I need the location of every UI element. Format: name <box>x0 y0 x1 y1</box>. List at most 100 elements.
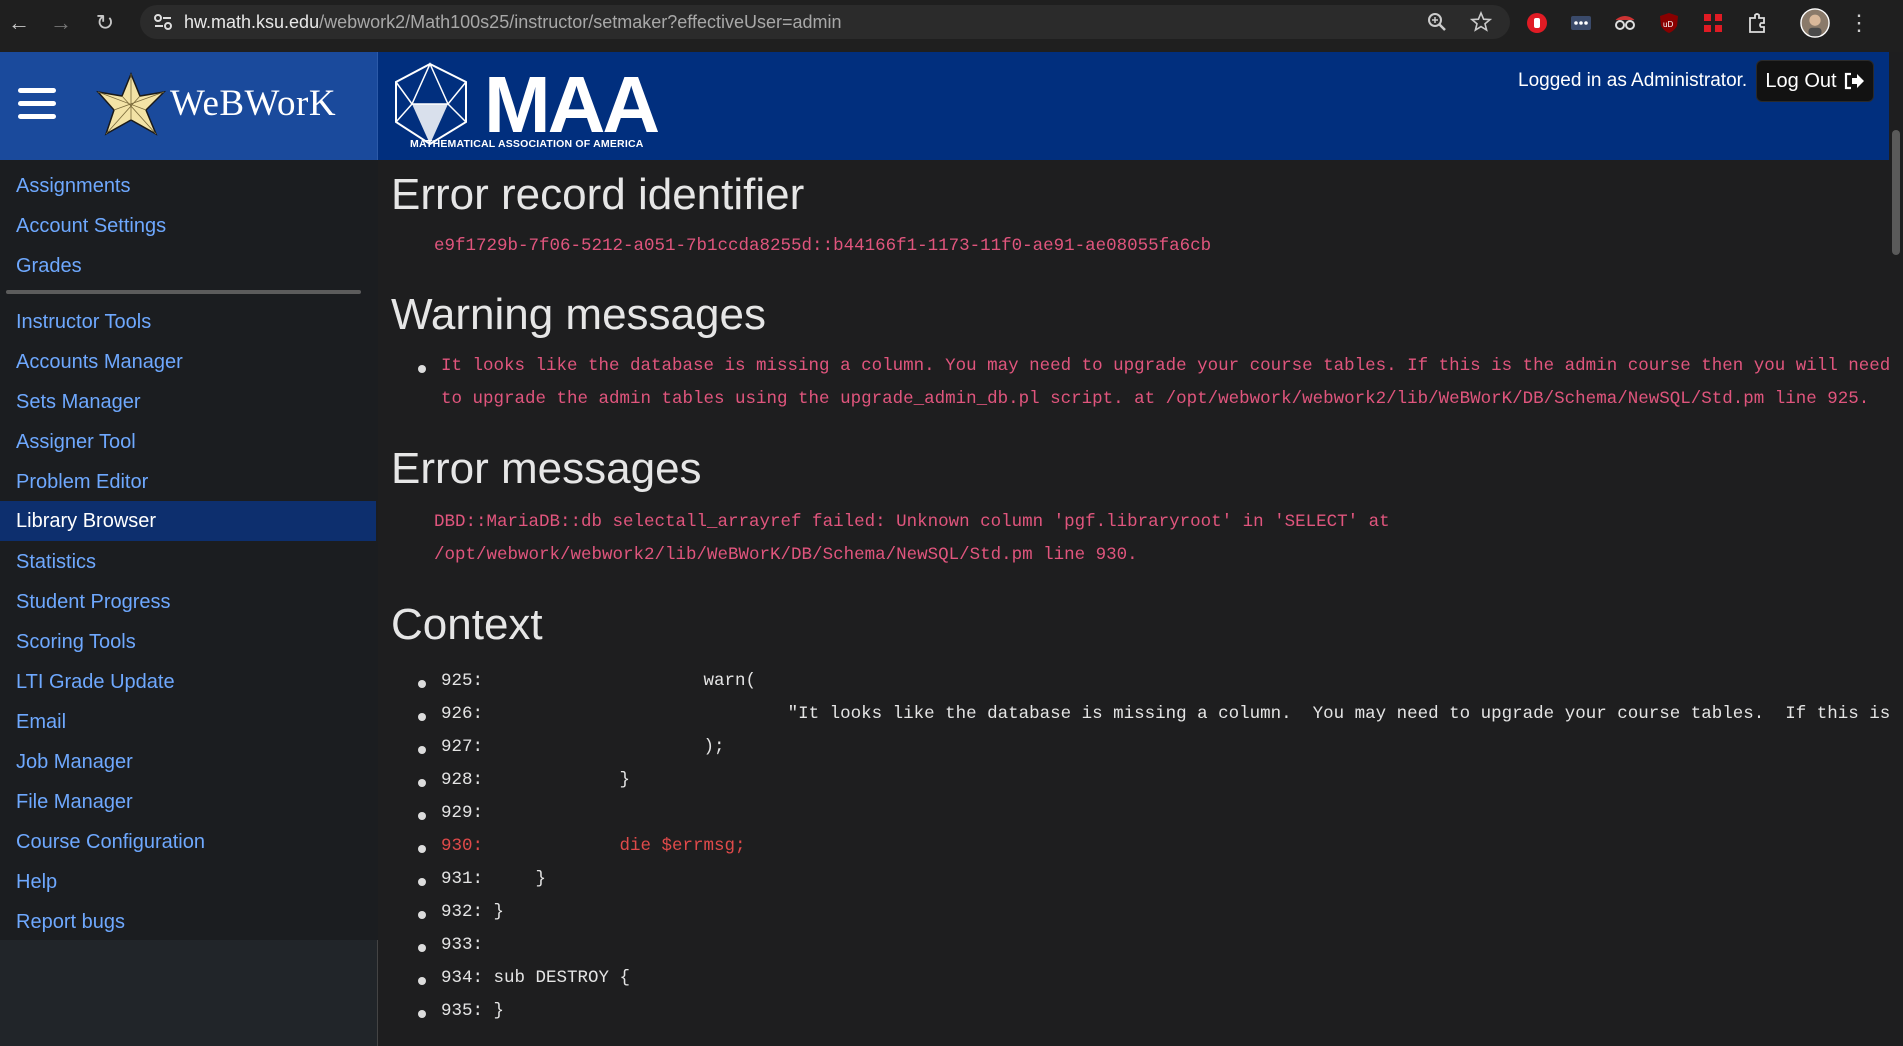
context-bullet <box>418 878 426 886</box>
forward-icon[interactable]: → <box>42 4 80 42</box>
sidebar-item-help[interactable]: Help <box>16 862 57 902</box>
sidebar-item-course-configuration[interactable]: Course Configuration <box>16 822 205 862</box>
context-bullet <box>418 713 426 721</box>
sidebar-item-library-browser[interactable]: Library Browser <box>0 501 376 541</box>
context-line-code: } <box>493 1001 505 1021</box>
address-bar[interactable]: hw.math.ksu.edu/webwork2/Math100s25/inst… <box>140 5 1510 39</box>
context-line-code: ); <box>493 737 725 757</box>
ublock-icon[interactable]: uD <box>1654 8 1684 38</box>
context-heading: Context <box>391 600 543 649</box>
sidebar-item-report-bugs[interactable]: Report bugs <box>16 902 125 942</box>
context-line: 931: } <box>441 869 546 889</box>
context-bullet <box>418 911 426 919</box>
sidebar: Assignments Account Settings Grades Inst… <box>0 160 378 1046</box>
context-line-number: 927: <box>441 737 494 757</box>
svg-text:uD: uD <box>1663 20 1673 29</box>
sidebar-item-account-settings[interactable]: Account Settings <box>16 206 166 246</box>
maa-logo-text[interactable]: MAA <box>484 60 660 150</box>
hamburger-menu-icon[interactable] <box>18 88 58 124</box>
warning-bullet <box>418 365 426 373</box>
sidebar-item-sets-manager[interactable]: Sets Manager <box>16 382 141 422</box>
grid-extension-icon[interactable] <box>1698 8 1728 38</box>
spy-extension-icon[interactable] <box>1610 8 1640 38</box>
more-dots-extension-icon[interactable] <box>1566 8 1596 38</box>
context-line: 926: "It looks like the database is miss… <box>441 704 1903 724</box>
browser-toolbar: ← → ↻ hw.math.ksu.edu/webwork2/Math100s2… <box>0 0 1903 52</box>
context-line-number: 934: <box>441 968 494 988</box>
context-line-number: 931: <box>441 869 494 889</box>
context-bullet <box>418 680 426 688</box>
sidebar-item-lti-grade-update[interactable]: LTI Grade Update <box>16 662 175 702</box>
maa-subtitle: MATHEMATICAL ASSOCIATION OF AMERICA <box>410 138 644 150</box>
context-line-code: sub DESTROY { <box>493 968 631 988</box>
sidebar-item-email[interactable]: Email <box>16 702 66 742</box>
warning-line-2: to upgrade the admin tables using the up… <box>441 389 1870 409</box>
logged-in-status: Logged in as Administrator. <box>1518 70 1748 91</box>
context-line: 929: <box>441 803 494 823</box>
site-header: WeBWorK MAA MATHEMATICAL ASSOCIATION OF … <box>0 52 1903 160</box>
error-line-2: /opt/webwork/webwork2/lib/WeBWorK/DB/Sch… <box>434 545 1138 565</box>
scrollbar-thumb[interactable] <box>1892 130 1900 255</box>
context-line-code: } <box>493 902 505 922</box>
sidebar-item-file-manager[interactable]: File Manager <box>16 782 133 822</box>
main-content: Error record identifier e9f1729b-7f06-52… <box>379 160 1903 1046</box>
logout-button[interactable]: Log Out <box>1756 60 1874 102</box>
webwork-logo-text[interactable]: WeBWorK <box>170 82 336 125</box>
context-line: 934: sub DESTROY { <box>441 968 630 988</box>
page-scrollbar[interactable] <box>1889 52 1903 1046</box>
logout-label: Log Out <box>1765 69 1837 92</box>
context-bullet <box>418 1010 426 1018</box>
error-id-value: e9f1729b-7f06-5212-a051-7b1ccda8255d::b4… <box>434 236 1212 256</box>
sidebar-item-statistics[interactable]: Statistics <box>16 542 96 582</box>
context-line-number: 932: <box>441 902 494 922</box>
context-line: 928: } <box>441 770 630 790</box>
profile-avatar[interactable] <box>1800 8 1830 38</box>
errors-heading: Error messages <box>391 444 702 493</box>
context-bullet <box>418 944 426 952</box>
sidebar-item-scoring-tools[interactable]: Scoring Tools <box>16 622 136 662</box>
context-line: 933: <box>441 935 494 955</box>
context-line: 932: } <box>441 902 504 922</box>
context-line: 927: ); <box>441 737 725 757</box>
stop-extension-icon[interactable] <box>1522 8 1552 38</box>
sidebar-item-job-manager[interactable]: Job Manager <box>16 742 133 782</box>
sidebar-item-student-progress[interactable]: Student Progress <box>16 582 171 622</box>
error-id-heading: Error record identifier <box>391 170 805 219</box>
sidebar-item-grades[interactable]: Grades <box>16 246 82 286</box>
sidebar-nav: Assignments Account Settings Grades Inst… <box>0 160 378 940</box>
context-bullet <box>418 812 426 820</box>
context-line-number: 926: <box>441 704 494 724</box>
context-line-code: die $errmsg; <box>493 836 746 856</box>
url-path: /webwork2/Math100s25/instructor/setmaker… <box>319 11 842 32</box>
sidebar-item-accounts-manager[interactable]: Accounts Manager <box>16 342 183 382</box>
context-bullet <box>418 845 426 853</box>
context-line-number: 930: <box>441 836 494 856</box>
back-icon[interactable]: ← <box>0 4 38 42</box>
site-info-icon[interactable] <box>152 11 174 33</box>
context-line-number: 935: <box>441 1001 494 1021</box>
sidebar-item-assignments[interactable]: Assignments <box>16 166 131 206</box>
context-line: 935: } <box>441 1001 504 1021</box>
warnings-heading: Warning messages <box>391 290 766 339</box>
context-line: 930: die $errmsg; <box>441 836 746 856</box>
bookmark-star-icon[interactable] <box>1470 11 1492 33</box>
browser-menu-icon[interactable]: ⋮ <box>1844 8 1874 38</box>
zoom-icon[interactable] <box>1426 11 1448 33</box>
context-bullet <box>418 977 426 985</box>
header-brand-area: WeBWorK <box>0 52 378 160</box>
maa-logo-icon[interactable] <box>390 60 472 148</box>
context-line-code: } <box>493 869 547 889</box>
webwork-logo-icon[interactable] <box>96 72 166 138</box>
url-host: hw.math.ksu.edu <box>184 11 320 32</box>
sidebar-divider <box>6 290 361 294</box>
sidebar-item-instructor-tools[interactable]: Instructor Tools <box>16 302 151 342</box>
reload-icon[interactable]: ↻ <box>86 4 124 42</box>
context-line-number: 929: <box>441 803 494 823</box>
sidebar-item-assigner-tool[interactable]: Assigner Tool <box>16 422 136 462</box>
context-bullet <box>418 779 426 787</box>
context-line-number: 928: <box>441 770 494 790</box>
sidebar-item-problem-editor[interactable]: Problem Editor <box>16 462 148 502</box>
extensions-puzzle-icon[interactable] <box>1742 8 1772 38</box>
context-line-code: "It looks like the database is missing a… <box>493 704 1903 724</box>
context-bullet <box>418 746 426 754</box>
